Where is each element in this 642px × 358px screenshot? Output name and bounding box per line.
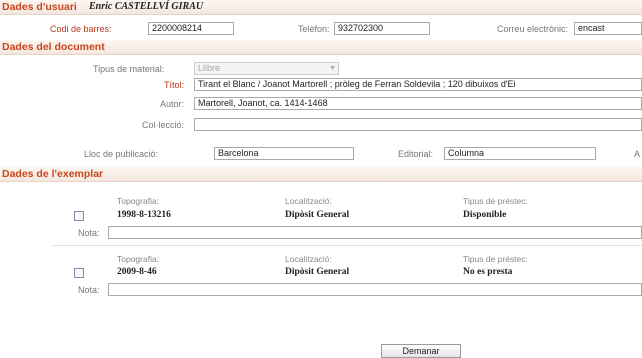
chevron-down-icon: ▼ [329,65,336,72]
copies-divider [52,245,642,246]
copy-2-checkbox[interactable] [74,268,84,278]
phone-field[interactable]: 932702300 [334,22,430,35]
copy-1-loan-type: Disponible [463,210,507,220]
collection-label: Col·lecció: [142,120,185,130]
material-type-select[interactable]: Llibre ▼ [194,62,339,75]
email-label: Correu electrònic: [497,24,569,34]
copy-1-note-label: Nota: [78,228,100,238]
place-field[interactable]: Barcelona [214,147,354,160]
copy-1-note-field[interactable] [108,226,642,239]
place-label: Lloc de publicació: [84,149,159,159]
loan-type-header: Tipus de préstec: [463,254,528,264]
barcode-label: Codi de barres: [50,24,112,34]
copy-2-location: Dipòsit General [285,267,350,277]
copy-2-note-field[interactable] [108,283,642,296]
copy-1-checkbox[interactable] [74,211,84,221]
collection-field[interactable] [194,118,642,131]
copy-1-location: Dipòsit General [285,210,350,220]
copy-1-topography: 1998-8-13216 [117,210,171,220]
author-label: Autor: [160,99,185,109]
publisher-field[interactable]: Columna [444,147,596,160]
document-section-title: Dades del document [2,41,105,53]
publisher-label: Editorial: [398,149,434,159]
copies-section-header: Dades de l'exemplar [0,167,642,182]
user-section-title: Dades d'usuari [2,1,77,13]
email-field[interactable]: encast [574,22,642,35]
material-type-value: Llibre [198,63,221,73]
topography-header: Topografia: [117,254,160,264]
document-section-header: Dades del document [0,40,642,55]
copies-section-title: Dades de l'exemplar [2,168,104,180]
topography-header: Topografia: [117,196,160,206]
location-header: Localització: [285,254,332,264]
phone-label: Telèfon: [298,24,330,34]
loan-type-header: Tipus de préstec: [463,196,528,206]
material-type-label: Tipus de material: [93,64,165,74]
title-label: Títol: [164,80,185,90]
request-button[interactable]: Demanar [381,344,461,358]
user-name: Enric CASTELLVÍ GIRAU [89,1,204,12]
user-section-header: Dades d'usuari Enric CASTELLVÍ GIRAU [0,0,642,15]
location-header: Localització: [285,196,332,206]
year-label: A [634,149,641,159]
title-field[interactable]: Tirant el Blanc / Joanot Martorell ; prò… [194,78,642,91]
author-field[interactable]: Martorell, Joanot, ca. 1414-1468 [194,97,642,110]
barcode-field[interactable]: 2200008214 [148,22,234,35]
copy-2-loan-type: No es presta [463,267,513,277]
copy-2-note-label: Nota: [78,285,100,295]
copy-2-topography: 2009-8-46 [117,267,157,277]
